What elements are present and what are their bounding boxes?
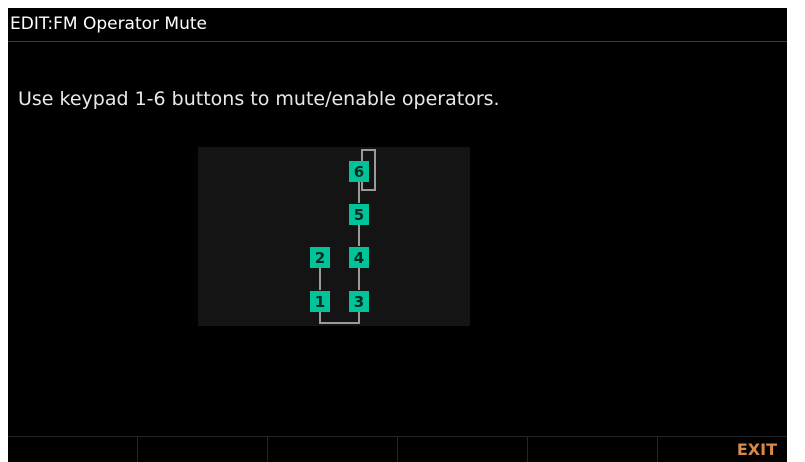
synth-display: EDIT:FM Operator Mute Use keypad 1-6 but… (8, 8, 787, 462)
exit-button-label: EXIT (736, 440, 777, 459)
softkey-5[interactable] (528, 437, 658, 462)
exit-softkey[interactable]: EXIT (658, 437, 787, 462)
softkey-2[interactable] (138, 437, 268, 462)
title-bar: EDIT:FM Operator Mute (8, 8, 787, 42)
operator-3-label: 3 (354, 293, 364, 311)
softkey-3[interactable] (268, 437, 398, 462)
operator-6-label: 6 (354, 163, 364, 181)
softkey-bar: EXIT (8, 436, 787, 462)
page-title: EDIT:FM Operator Mute (10, 14, 208, 34)
instruction-text: Use keypad 1-6 buttons to mute/enable op… (18, 88, 500, 110)
operator-6[interactable]: 6 (349, 161, 369, 182)
operator-1[interactable]: 1 (310, 291, 330, 312)
operator-2[interactable]: 2 (310, 247, 330, 268)
operator-4-label: 4 (354, 249, 364, 267)
operator-2-label: 2 (315, 249, 325, 267)
operator-4[interactable]: 4 (349, 247, 369, 268)
softkey-4[interactable] (398, 437, 528, 462)
output-bus-wire (319, 312, 360, 324)
softkey-1[interactable] (8, 437, 138, 462)
algorithm-graph: 6 5 4 3 2 1 (310, 149, 376, 324)
operator-5[interactable]: 5 (349, 204, 369, 225)
operator-5-label: 5 (354, 206, 364, 224)
operator-3[interactable]: 3 (349, 291, 369, 312)
operator-1-label: 1 (315, 293, 325, 311)
fm-algorithm-diagram: 6 5 4 3 2 1 (198, 147, 470, 326)
